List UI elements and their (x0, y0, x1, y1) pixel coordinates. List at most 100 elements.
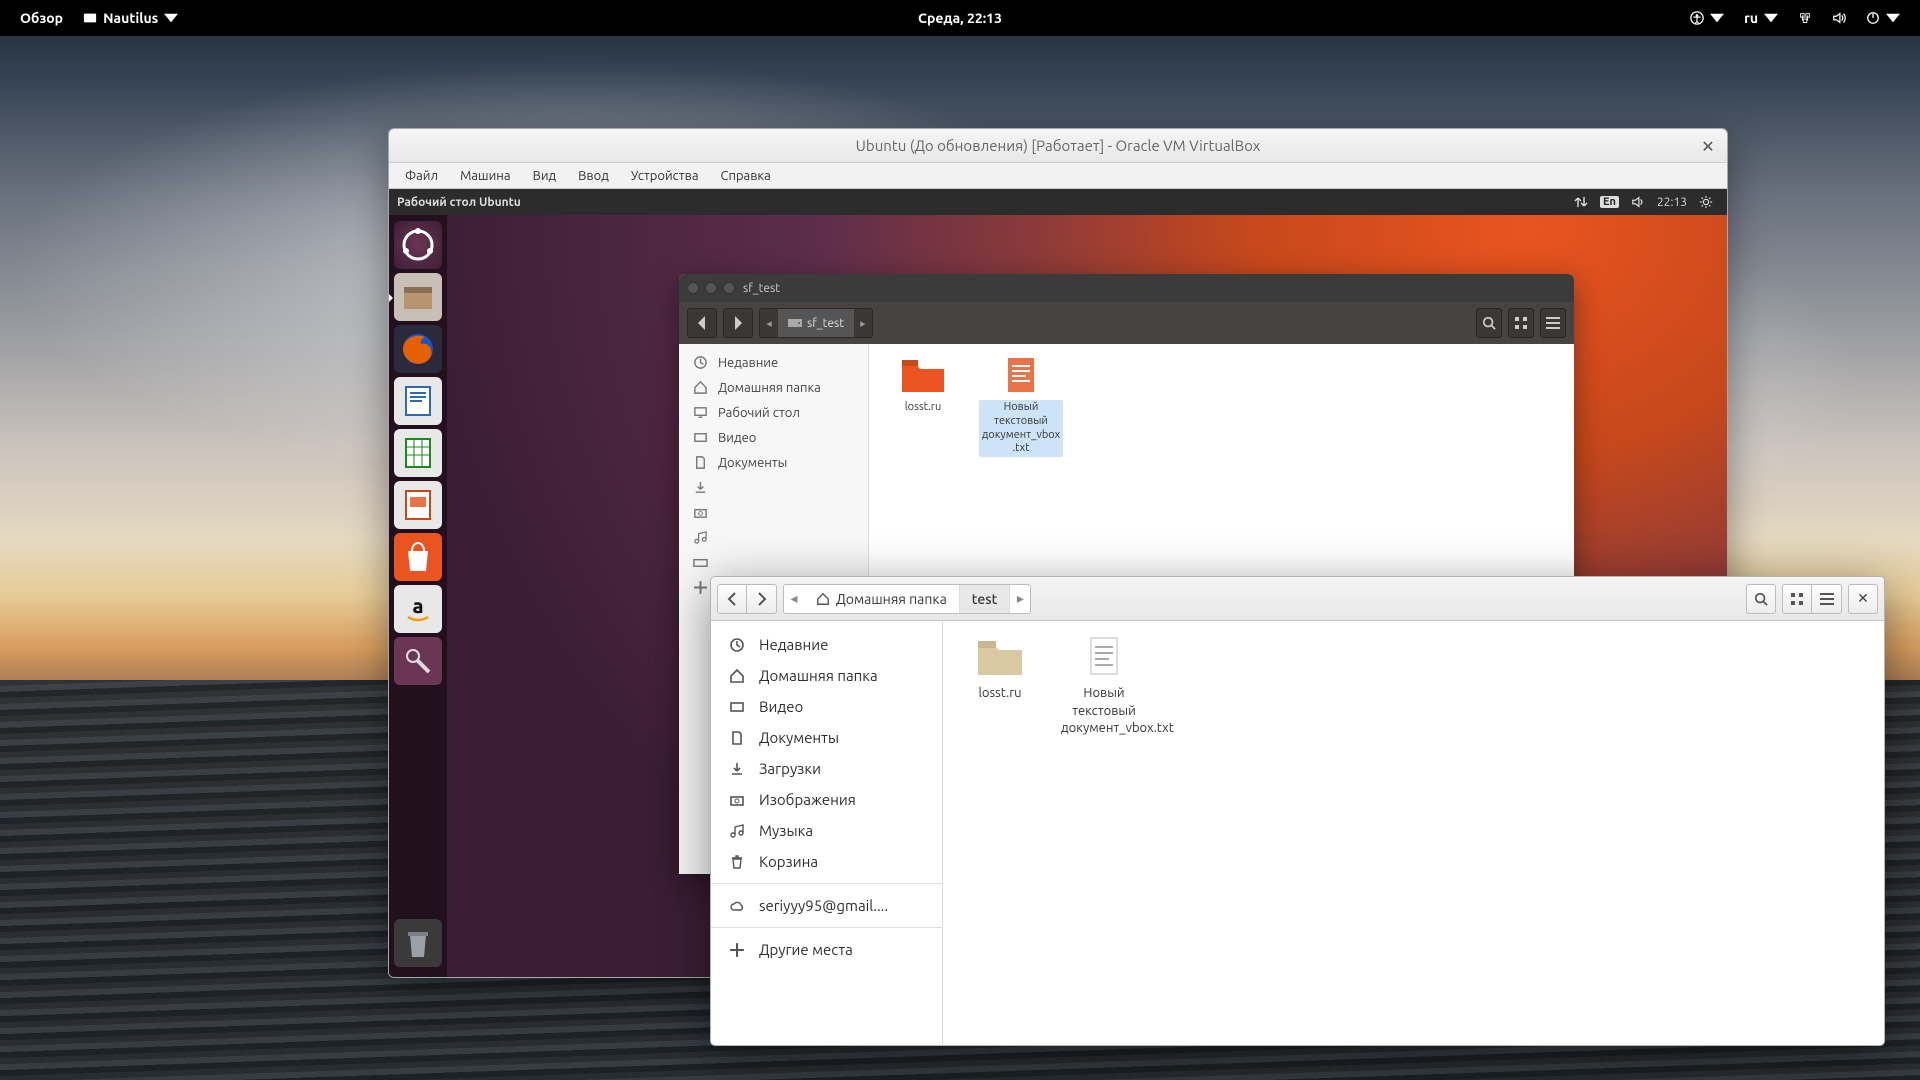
sidebar-item-videos[interactable]: Видео (711, 691, 942, 722)
launcher-software[interactable] (394, 533, 442, 581)
launcher-impress[interactable] (394, 481, 442, 529)
download-icon (693, 480, 708, 495)
search-button[interactable] (1746, 584, 1776, 614)
ubuntu-logo-icon (398, 225, 438, 265)
path-overflow-right[interactable]: ▸ (854, 317, 872, 330)
sidebar-item-label: Изображения (759, 791, 856, 808)
launcher-writer[interactable] (394, 377, 442, 425)
guest-naut-headerbar: ◂ sf_test ▸ (679, 302, 1574, 344)
vbox-menubar: Файл Машина Вид Ввод Устройства Справка (389, 163, 1727, 189)
sidebar-item-music[interactable]: Музыка (711, 815, 942, 846)
unity-top-panel: Рабочий стол Ubuntu En 22:13 (389, 189, 1727, 215)
launcher-trash[interactable] (394, 919, 442, 967)
sidebar-item-trash[interactable]: Корзина (711, 846, 942, 877)
guest-naut-title: sf_test (743, 282, 780, 295)
guest-volume-indicator[interactable] (1625, 189, 1651, 215)
current-app-menu[interactable]: Nautilus (73, 0, 188, 36)
activities-button[interactable]: Обзор (10, 0, 73, 36)
sidebar-item-documents[interactable]: Документы (679, 450, 868, 475)
vbox-menu-file[interactable]: Файл (395, 167, 448, 185)
svg-text:a: a (412, 594, 423, 617)
network-indicator[interactable] (1788, 0, 1822, 36)
sidebar-item-documents[interactable]: Документы (711, 722, 942, 753)
files-icon (398, 277, 438, 317)
sidebar-item-pictures[interactable] (679, 500, 868, 525)
file-item-text[interactable]: Новый текстовый документ_vbox.txt (979, 356, 1063, 457)
sidebar-item-downloads[interactable]: Загрузки (711, 753, 942, 784)
sidebar-item-pictures[interactable]: Изображения (711, 784, 942, 815)
launcher-settings[interactable] (394, 637, 442, 685)
sidebar-item-label: Недавние (718, 356, 778, 370)
back-button[interactable] (717, 584, 747, 614)
window-close-button[interactable]: ✕ (1848, 584, 1878, 614)
keyboard-layout-label: ru (1744, 10, 1758, 26)
host-naut-headerbar[interactable]: ◂ Домашняя папка test ▸ ✕ (711, 577, 1884, 621)
camera-icon (693, 505, 708, 520)
vbox-menu-devices[interactable]: Устройства (621, 167, 709, 185)
sidebar-item-downloads[interactable] (679, 475, 868, 500)
folder-icon (900, 356, 946, 396)
back-button[interactable] (687, 308, 717, 338)
file-item-label: losst.ru (881, 400, 965, 416)
vbox-menu-input[interactable]: Ввод (568, 167, 619, 185)
vbox-menu-machine[interactable]: Машина (450, 167, 521, 185)
window-close-button[interactable] (687, 282, 699, 294)
guest-lang-badge: En (1600, 196, 1619, 208)
accessibility-menu[interactable] (1680, 0, 1734, 36)
chevron-left-icon (695, 316, 709, 330)
hamburger-icon (1546, 316, 1560, 330)
file-item-text[interactable]: Новый текстовый документ_vbox.txt (1061, 635, 1147, 738)
launcher-calc[interactable] (394, 429, 442, 477)
guest-clock[interactable]: 22:13 (1651, 189, 1693, 215)
clock-icon (693, 355, 708, 370)
search-button[interactable] (1476, 308, 1502, 338)
vbox-titlebar[interactable]: Ubuntu (До обновления) [Работает] - Orac… (389, 129, 1727, 163)
launcher-files[interactable] (394, 273, 442, 321)
sidebar-item-other-places[interactable]: Другие места (711, 934, 942, 965)
sidebar-item-sf-test[interactable] (679, 550, 868, 575)
guest-clock-label: 22:13 (1657, 196, 1687, 209)
guest-gear-indicator[interactable] (1693, 189, 1719, 215)
volume-indicator[interactable] (1822, 0, 1856, 36)
nautilus-icon (83, 11, 97, 25)
keyboard-layout-menu[interactable]: ru (1734, 0, 1788, 36)
drive-icon (693, 555, 708, 570)
path-overflow-right[interactable]: ▸ (1010, 590, 1030, 607)
path-overflow-left[interactable]: ◂ (784, 590, 804, 607)
guest-keyboard-indicator[interactable]: En (1594, 189, 1625, 215)
path-segment-home[interactable]: Домашняя папка (804, 585, 960, 613)
vbox-menu-help[interactable]: Справка (711, 167, 781, 185)
hamburger-menu-button[interactable] (1812, 584, 1842, 614)
hamburger-menu-button[interactable] (1540, 308, 1566, 338)
guest-network-indicator[interactable] (1568, 189, 1594, 215)
guest-naut-titlebar[interactable]: sf_test (679, 274, 1574, 302)
launcher-amazon[interactable]: a (394, 585, 442, 633)
file-item-folder[interactable]: losst.ru (881, 356, 965, 416)
sidebar-item-recent[interactable]: Недавние (679, 350, 868, 375)
launcher-dash[interactable] (394, 221, 442, 269)
host-naut-file-area[interactable]: losst.ru Новый текстовый документ_vbox.t… (943, 621, 1884, 1045)
path-overflow-left[interactable]: ◂ (760, 317, 778, 330)
forward-button[interactable] (747, 584, 777, 614)
vbox-close-button[interactable]: ✕ (1697, 135, 1719, 157)
system-menu[interactable] (1856, 0, 1910, 36)
sidebar-item-home[interactable]: Домашняя папка (679, 375, 868, 400)
launcher-firefox[interactable] (394, 325, 442, 373)
sidebar-item-account[interactable]: seriyyy95@gmail.... (711, 890, 942, 921)
sidebar-item-recent[interactable]: Недавние (711, 629, 942, 660)
power-icon (1866, 11, 1880, 25)
file-item-folder[interactable]: losst.ru (957, 635, 1043, 703)
path-segment-sf-test[interactable]: sf_test (778, 309, 854, 337)
path-segment-test[interactable]: test (960, 585, 1011, 613)
sidebar-item-videos[interactable]: Видео (679, 425, 868, 450)
sidebar-item-desktop[interactable]: Рабочий стол (679, 400, 868, 425)
window-maximize-button[interactable] (723, 282, 735, 294)
sidebar-item-music[interactable] (679, 525, 868, 550)
clock[interactable]: Среда, 22:13 (918, 10, 1002, 26)
sidebar-item-home[interactable]: Домашняя папка (711, 660, 942, 691)
window-minimize-button[interactable] (705, 282, 717, 294)
view-grid-button[interactable] (1508, 308, 1534, 338)
forward-button[interactable] (723, 308, 753, 338)
view-grid-button[interactable] (1782, 584, 1812, 614)
vbox-menu-view[interactable]: Вид (523, 167, 567, 185)
